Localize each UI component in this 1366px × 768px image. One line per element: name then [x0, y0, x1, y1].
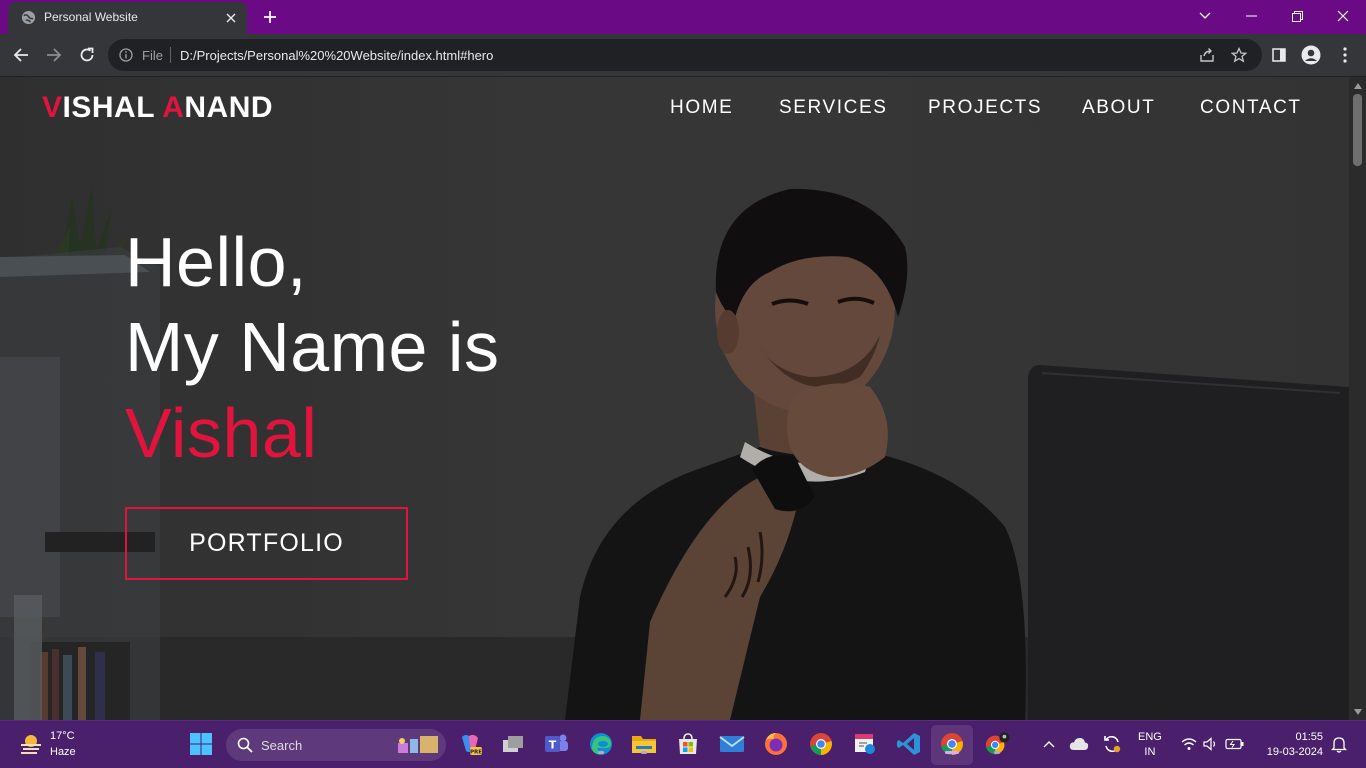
taskbar-clock[interactable]: 01:55 19-03-2024: [1256, 730, 1323, 760]
running-indicator: [994, 751, 1000, 754]
url-scheme-label: File: [142, 48, 163, 63]
side-panel-icon[interactable]: [1268, 44, 1290, 66]
task-view-icon[interactable]: [500, 731, 526, 757]
share-icon[interactable]: [1198, 46, 1216, 64]
logo-last-initial: A: [162, 91, 185, 124]
tab-title: Personal Website: [44, 10, 138, 24]
chrome-icon[interactable]: [808, 731, 834, 757]
browser-menu-icon[interactable]: [1334, 44, 1356, 66]
svg-text:T: T: [549, 739, 557, 752]
input-language-indicator[interactable]: ENG IN: [1138, 730, 1162, 760]
nav-link-services[interactable]: SERVICES: [779, 97, 888, 119]
clock-date: 19-03-2024: [1266, 746, 1323, 758]
browser-toolbar: File D:/Projects/Personal%20%20Website/i…: [0, 34, 1366, 77]
minimize-icon[interactable]: [1228, 0, 1274, 32]
profile-icon[interactable]: [1300, 44, 1322, 66]
browser-titlebar: Personal Website: [0, 0, 1366, 34]
lang-primary: ENG: [1138, 731, 1162, 743]
running-indicator: [641, 751, 647, 754]
back-icon[interactable]: [8, 42, 34, 68]
url-text[interactable]: D:/Projects/Personal%20%20Website/index.…: [180, 48, 493, 63]
file-explorer-icon[interactable]: [631, 731, 657, 757]
hero-greeting: Hello,: [125, 223, 307, 301]
windows-start-icon[interactable]: [188, 731, 214, 757]
firefox-icon[interactable]: [763, 731, 789, 757]
logo-last-rest: NAND: [184, 91, 274, 124]
tab-close-icon[interactable]: [221, 8, 241, 28]
bookmark-star-icon[interactable]: [1230, 46, 1248, 64]
logo-first-rest: ISHAL: [62, 91, 163, 124]
search-label: Search: [261, 738, 303, 753]
onedrive-cloud-icon[interactable]: [1066, 731, 1092, 757]
site-logo[interactable]: VISHAL ANAND: [42, 91, 273, 125]
reload-icon[interactable]: [74, 42, 100, 68]
running-indicator: [598, 751, 604, 754]
chrome-profile-icon[interactable]: [984, 731, 1010, 757]
browser-tab[interactable]: Personal Website: [8, 2, 247, 34]
mail-icon[interactable]: [719, 731, 745, 757]
globe-icon: [21, 10, 36, 25]
microsoft-store-icon[interactable]: [675, 731, 701, 757]
snipping-tool-icon[interactable]: [852, 731, 878, 757]
active-indicator: [945, 751, 959, 754]
scrollbar-thumb[interactable]: [1353, 94, 1362, 166]
volume-icon[interactable]: [1198, 731, 1224, 757]
lang-region: IN: [1144, 746, 1156, 758]
nav-link-about[interactable]: ABOUT: [1082, 97, 1155, 119]
new-tab-icon[interactable]: [258, 5, 282, 29]
forward-icon[interactable]: [41, 42, 67, 68]
nav-link-projects[interactable]: PROJECTS: [928, 97, 1042, 119]
sync-icon[interactable]: [1099, 731, 1125, 757]
close-window-icon[interactable]: [1320, 0, 1366, 32]
search-highlight-icon: [398, 736, 438, 753]
svg-text:PRE: PRE: [470, 750, 482, 756]
nav-link-contact[interactable]: CONTACT: [1200, 97, 1302, 119]
weather-condition[interactable]: Haze: [50, 746, 76, 758]
hero-intro: My Name is: [125, 308, 500, 386]
portfolio-button[interactable]: PORTFOLIO: [125, 507, 408, 580]
scroll-up-icon[interactable]: [1353, 81, 1362, 90]
copilot-icon[interactable]: PRE: [457, 731, 483, 757]
teams-icon[interactable]: T: [543, 731, 569, 757]
address-divider: [170, 47, 171, 63]
clock-time: 01:55: [1295, 731, 1323, 743]
restore-icon[interactable]: [1274, 0, 1320, 32]
vscode-icon[interactable]: [896, 731, 922, 757]
battery-icon[interactable]: [1222, 731, 1248, 757]
taskbar-search-box[interactable]: Search: [226, 729, 446, 761]
weather-haze-icon[interactable]: [18, 731, 44, 757]
address-bar[interactable]: File D:/Projects/Personal%20%20Website/i…: [108, 39, 1262, 71]
logo-first-initial: V: [42, 91, 63, 124]
windows-taskbar: 17°C Haze Search PRE T ENG IN 01:55 19-0…: [0, 720, 1366, 768]
nav-link-home[interactable]: HOME: [670, 97, 733, 119]
edge-icon[interactable]: [588, 731, 614, 757]
chrome-active-icon[interactable]: [939, 731, 965, 757]
weather-temperature[interactable]: 17°C: [50, 730, 75, 742]
search-icon: [237, 737, 253, 753]
scroll-down-icon[interactable]: [1353, 707, 1362, 716]
notification-bell-icon[interactable]: [1326, 731, 1352, 757]
show-hidden-icons-chevron-up-icon[interactable]: [1036, 731, 1062, 757]
hero-name: Vishal: [125, 394, 318, 472]
page-viewport: VISHAL ANAND HOME SERVICES PROJECTS ABOU…: [0, 77, 1349, 720]
info-icon[interactable]: [119, 48, 133, 62]
page-scrollbar[interactable]: [1349, 77, 1366, 720]
tab-search-icon[interactable]: [1182, 0, 1228, 32]
